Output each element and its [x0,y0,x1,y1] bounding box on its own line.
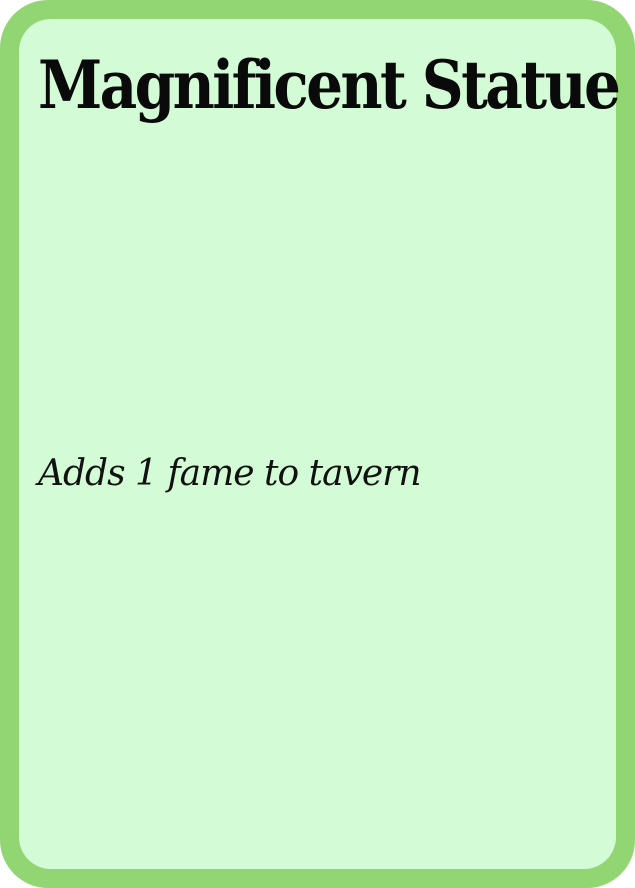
card-effect-text: Adds 1 fame to tavern [38,453,422,494]
card-face [19,19,616,869]
game-card: Magnificent Statue Adds 1 fame to tavern [0,0,635,888]
card-title: Magnificent Statue [38,46,621,124]
